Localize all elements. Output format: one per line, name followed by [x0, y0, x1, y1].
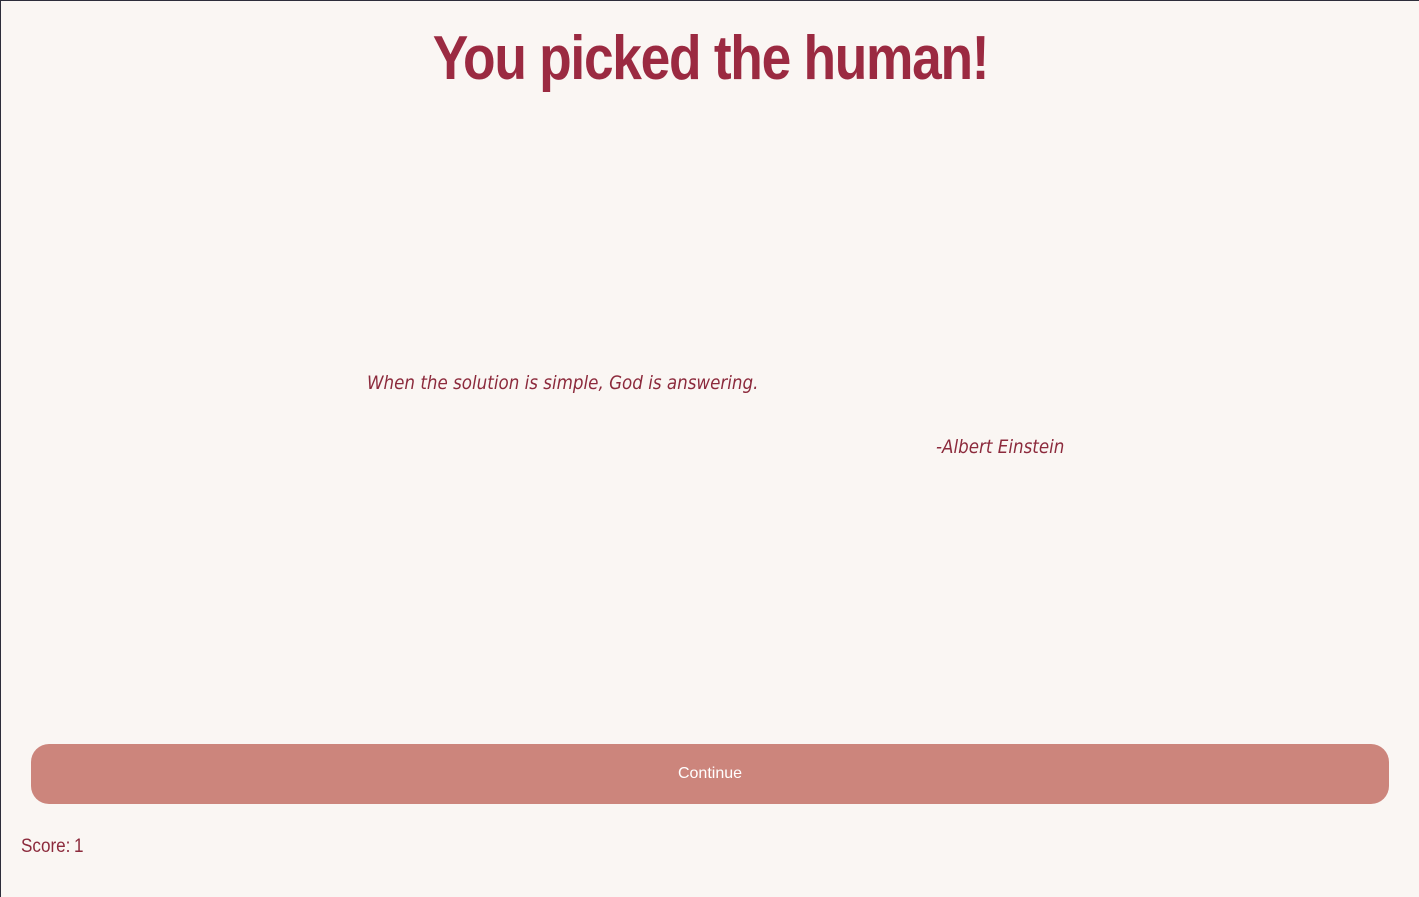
score-label: Score: [21, 836, 71, 857]
score-display: Score: 1 [21, 834, 84, 860]
game-result-screen: You picked the human! When the solution … [0, 0, 1419, 897]
score-value: 1 [74, 836, 84, 857]
quote-text: When the solution is simple, God is answ… [367, 372, 759, 394]
continue-button[interactable]: Continue [31, 744, 1389, 804]
result-title: You picked the human! [432, 24, 990, 93]
quote-author: -Albert Einstein [936, 436, 1065, 458]
